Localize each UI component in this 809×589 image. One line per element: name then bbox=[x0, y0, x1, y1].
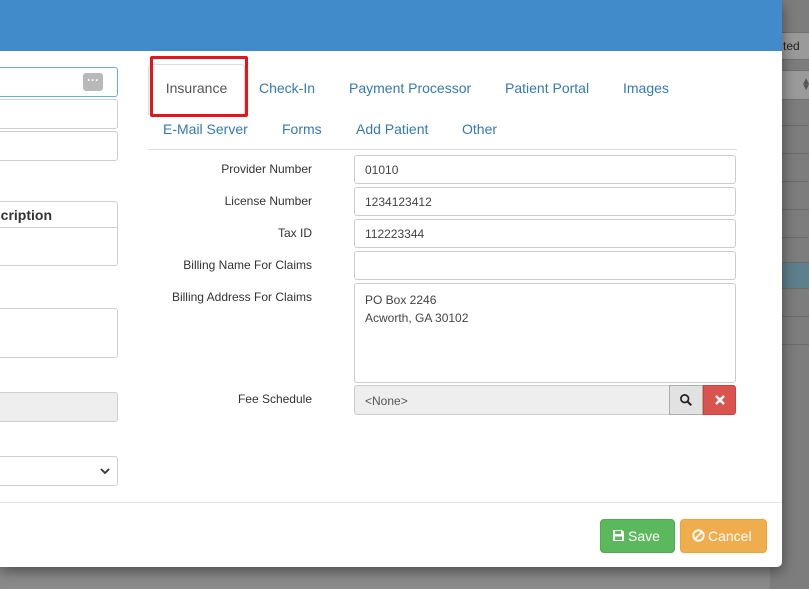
background-table-row bbox=[778, 153, 809, 181]
billing-name-label: Billing Name For Claims bbox=[183, 258, 312, 272]
tab-divider bbox=[148, 149, 737, 150]
provider-number-input[interactable]: 01010 bbox=[354, 155, 736, 184]
fee-schedule-clear-button[interactable] bbox=[703, 385, 736, 415]
tab-email-server[interactable]: E-Mail Server bbox=[163, 121, 248, 137]
fee-schedule-input[interactable]: <None> bbox=[354, 385, 670, 415]
background-spinner-field: ▲ ▼ bbox=[778, 70, 809, 100]
provider-number-label: Provider Number bbox=[221, 162, 312, 176]
spinner-arrows-icon: ▲ ▼ bbox=[801, 76, 809, 93]
left-table-header: Description bbox=[0, 202, 117, 228]
billing-name-input[interactable] bbox=[354, 251, 736, 280]
ban-icon bbox=[692, 529, 705, 542]
save-button-label: Save bbox=[628, 528, 660, 544]
tab-insurance[interactable]: Insurance bbox=[148, 64, 245, 115]
license-number-input[interactable]: 1234123412 bbox=[354, 187, 736, 216]
left-text-input[interactable] bbox=[0, 99, 118, 129]
close-icon bbox=[714, 395, 725, 405]
tab-other[interactable]: Other bbox=[462, 121, 497, 137]
fee-schedule-label: Fee Schedule bbox=[237, 392, 312, 406]
left-text-input[interactable] bbox=[0, 131, 118, 161]
left-readonly-input bbox=[0, 392, 118, 422]
cancel-button-label: Cancel bbox=[708, 528, 752, 544]
tab-forms[interactable]: Forms bbox=[282, 121, 322, 137]
background-table-row bbox=[778, 344, 809, 372]
background-table-row bbox=[778, 316, 809, 344]
save-button[interactable]: Save bbox=[600, 519, 675, 553]
search-icon bbox=[680, 394, 693, 407]
tab-payment-processor[interactable]: Payment Processor bbox=[349, 80, 471, 96]
fee-schedule-group: <None> bbox=[354, 385, 736, 415]
cancel-button[interactable]: Cancel bbox=[680, 519, 767, 553]
left-select[interactable] bbox=[0, 456, 118, 486]
tab-images[interactable]: Images bbox=[623, 80, 669, 96]
tax-id-label: Tax ID bbox=[277, 226, 312, 240]
billing-address-line2: Acworth, GA 30102 bbox=[365, 311, 469, 325]
background-table-row bbox=[778, 237, 809, 265]
license-number-label: License Number bbox=[224, 194, 312, 208]
modal-footer-divider bbox=[0, 502, 782, 503]
left-lookup-input[interactable]: ··· bbox=[0, 67, 118, 97]
background-table-row bbox=[778, 288, 809, 316]
left-textarea[interactable] bbox=[0, 308, 118, 358]
background-button: ted bbox=[778, 32, 809, 60]
more-options-icon[interactable]: ··· bbox=[83, 73, 103, 91]
chevron-down-icon bbox=[100, 468, 110, 475]
background-table-row bbox=[778, 181, 809, 209]
tab-patient-portal[interactable]: Patient Portal bbox=[505, 80, 589, 96]
billing-address-textarea[interactable]: PO Box 2246 Acworth, GA 30102 bbox=[354, 283, 736, 383]
tab-check-in[interactable]: Check-In bbox=[259, 80, 315, 96]
floppy-disk-icon bbox=[613, 530, 624, 542]
billing-address-label: Billing Address For Claims bbox=[171, 290, 312, 304]
background-table-row bbox=[778, 125, 809, 153]
billing-address-line1: PO Box 2246 bbox=[365, 293, 437, 307]
background-button-label: ted bbox=[783, 39, 800, 53]
tax-id-input[interactable]: 112223344 bbox=[354, 219, 736, 248]
background-table-row bbox=[778, 209, 809, 237]
fee-schedule-search-button[interactable] bbox=[669, 385, 703, 415]
tab-add-patient[interactable]: Add Patient bbox=[356, 121, 428, 137]
settings-modal: ··· Description Insurance Check-In Payme… bbox=[0, 0, 782, 567]
background-table-row-selected bbox=[778, 262, 809, 290]
left-table: Description bbox=[0, 201, 118, 266]
modal-header bbox=[0, 0, 782, 51]
